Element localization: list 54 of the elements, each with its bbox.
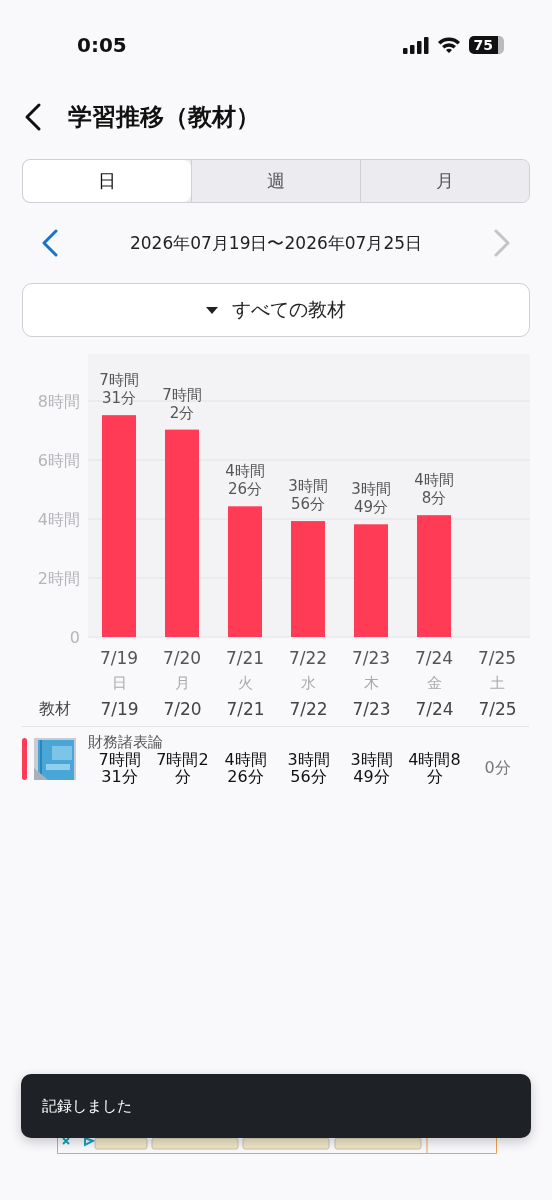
material-dropdown[interactable]: すべての教材 <box>22 283 530 337</box>
weekday-label: 水 <box>300 674 316 692</box>
weekday-label: 火 <box>237 674 253 692</box>
value-label: 4時間 26分 <box>225 462 265 499</box>
weekday-label: 日 <box>111 674 127 692</box>
column-header: 7/23 <box>351 699 392 720</box>
column-header: 7/19 <box>99 699 140 720</box>
table-cell-text: 7時間31分 <box>97 752 142 786</box>
x-axis-label: 7/19 <box>99 648 139 668</box>
table-cell-text: 0分 <box>483 760 512 778</box>
x-axis-label: 7/21 <box>225 648 265 668</box>
value-label: 3時間 49分 <box>351 480 391 517</box>
wifi-icon <box>436 36 461 54</box>
date-range: 2026年07月19日〜2026年07月25日 <box>129 231 423 255</box>
weekday-label: 月 <box>174 674 190 692</box>
x-axis-label: 7/24 <box>414 648 454 668</box>
value-label: 4時間 8分 <box>414 471 454 508</box>
table-cell-text: 3時間49分 <box>349 752 394 786</box>
caret-icon <box>206 306 218 314</box>
page-title: 学習推移（教材） <box>68 102 260 133</box>
value-label: 7時間 2分 <box>162 385 202 422</box>
previous-icon[interactable] <box>40 228 60 258</box>
period-tab[interactable]: 月 <box>360 160 529 202</box>
x-axis-label: 7/23 <box>351 648 391 668</box>
table-cell-text: 3時間56分 <box>286 752 331 786</box>
back-icon[interactable] <box>24 102 42 132</box>
value-label: 3時間 56分 <box>288 477 328 514</box>
y-axis-label: 6時間 <box>37 451 80 470</box>
column-header: 7/21 <box>225 699 266 720</box>
y-axis-label: 2時間 <box>37 569 80 588</box>
column-header: 教材 <box>38 699 72 720</box>
signal-icon <box>402 36 429 54</box>
value-label: 7時間 31分 <box>99 371 139 408</box>
column-header: 7/25 <box>477 699 518 720</box>
material-name: 財務諸表論 <box>88 733 164 752</box>
period-tab[interactable]: 日 <box>23 160 191 202</box>
table-cell-text: 4時間8分 <box>407 752 462 786</box>
y-axis-label: 8時間 <box>37 392 80 411</box>
table-cell-text: 4時間26分 <box>223 752 268 786</box>
column-header: 7/20 <box>162 699 203 720</box>
y-axis-label: 0 <box>69 628 80 647</box>
weekday-label: 木 <box>363 674 379 692</box>
table-cell-text: 7時間2分 <box>155 752 210 786</box>
column-header: 7/22 <box>288 699 329 720</box>
x-axis-label: 7/20 <box>162 648 202 668</box>
weekday-label: 金 <box>426 674 442 692</box>
column-header: 7/24 <box>414 699 455 720</box>
battery-indicator: 75 <box>468 36 504 54</box>
y-axis-label: 4時間 <box>37 510 80 529</box>
x-axis-label: 7/22 <box>288 648 328 668</box>
toast-message: 記録しました <box>21 1074 531 1138</box>
status-time: 0:05 <box>77 33 127 57</box>
x-axis-label: 7/25 <box>477 648 517 668</box>
weekday-label: 土 <box>489 674 505 692</box>
